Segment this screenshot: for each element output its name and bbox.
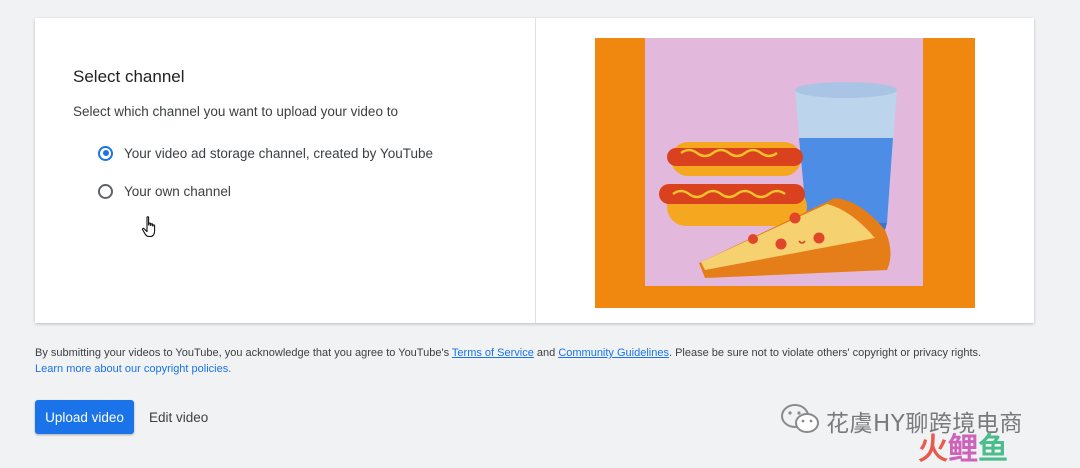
- upload-video-button[interactable]: Upload video: [35, 400, 134, 434]
- terms-notice: By submitting your videos to YouTube, yo…: [35, 346, 1010, 377]
- watermark-logo-part: 鲤: [948, 432, 978, 467]
- watermark: 花虞HY聊跨境电商 火鲤鱼: [780, 400, 1070, 467]
- terms-of-service-link[interactable]: Terms of Service: [452, 347, 534, 359]
- pane-divider: [535, 18, 536, 323]
- radio-option-label: Your video ad storage channel, created b…: [124, 145, 433, 161]
- hand-pointer-cursor-icon: [141, 216, 156, 238]
- radio-option-own-channel[interactable]: Your own channel: [98, 181, 231, 201]
- radio-option-label: Your own channel: [124, 183, 231, 199]
- terms-text-suffix: . Please be sure not to violate others' …: [668, 347, 982, 359]
- edit-video-button[interactable]: Edit video: [141, 400, 216, 434]
- select-channel-card: Select channel Select which channel you …: [35, 18, 1034, 323]
- terms-text-and: and: [533, 347, 559, 359]
- radio-unchecked-icon[interactable]: [98, 183, 113, 199]
- community-guidelines-link[interactable]: Community Guidelines: [558, 347, 669, 359]
- wechat-icon: [781, 404, 819, 433]
- radio-option-storage-channel[interactable]: Your video ad storage channel, created b…: [98, 143, 433, 163]
- food-illustration-thumbnail: [595, 38, 975, 308]
- terms-text-prefix: By submitting your videos to YouTube, yo…: [35, 347, 452, 359]
- radio-checked-icon[interactable]: [98, 145, 113, 161]
- dialog-subtitle: Select which channel you want to upload …: [73, 104, 398, 119]
- channel-selection-pane: Select channel Select which channel you …: [35, 18, 535, 323]
- dialog-title: Select channel: [73, 67, 185, 86]
- watermark-logo-part: 鱼: [978, 432, 1008, 467]
- watermark-logo-part: 火: [918, 432, 948, 467]
- copyright-policies-link[interactable]: Learn more about our copyright policies.: [35, 363, 231, 375]
- watermark-logo: 火鲤鱼: [918, 424, 1008, 468]
